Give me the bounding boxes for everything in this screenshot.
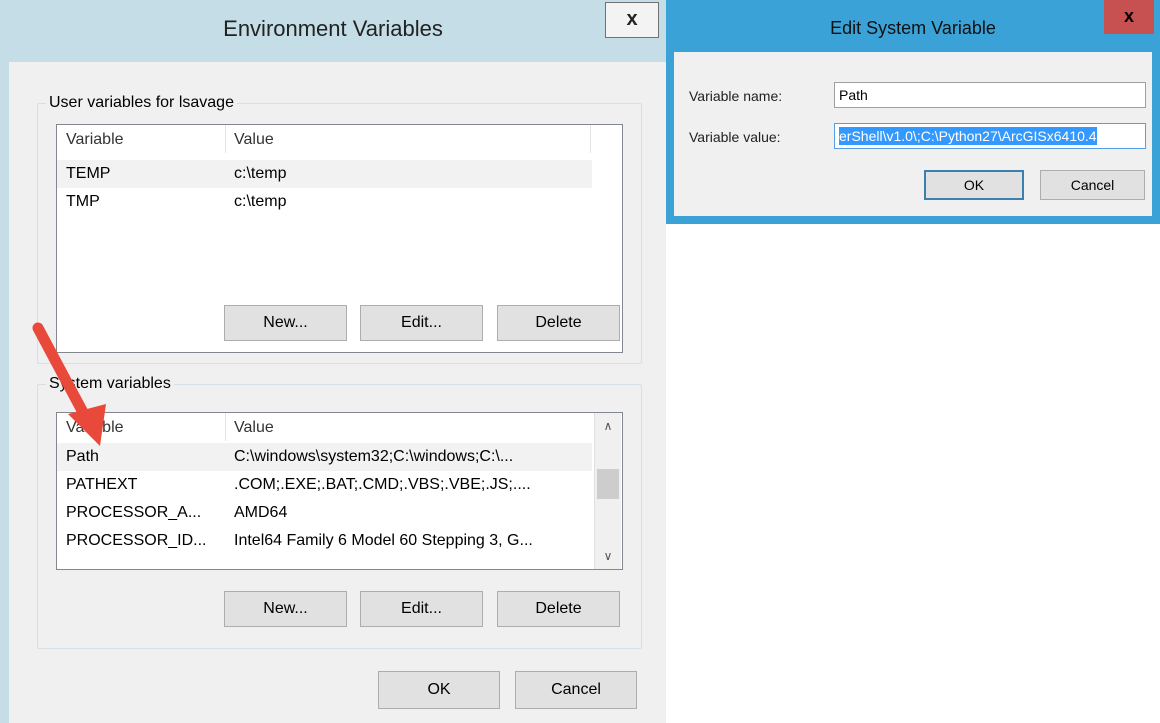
row-variable: TMP xyxy=(66,193,100,210)
variable-name-label: Variable name: xyxy=(689,88,783,104)
row-value: c:\temp xyxy=(234,193,287,210)
system-list-scrollbar[interactable]: ∧ ∨ xyxy=(594,413,621,569)
system-list-header: Variable Value xyxy=(57,413,592,441)
scroll-up-icon[interactable]: ∧ xyxy=(595,413,621,439)
table-row[interactable]: PROCESSOR_ID... Intel64 Family 6 Model 6… xyxy=(57,527,592,555)
user-variables-label: User variables for lsavage xyxy=(49,94,234,111)
row-variable: PROCESSOR_A... xyxy=(66,504,202,521)
column-header-variable[interactable]: Variable xyxy=(66,131,124,149)
red-arrow-icon xyxy=(32,322,106,446)
edit-system-variable-window: Edit System Variable x Variable name: Pa… xyxy=(666,0,1160,224)
system-variables-list[interactable]: Variable Value Path C:\windows\system32;… xyxy=(56,412,623,570)
env-close-button[interactable]: x xyxy=(605,2,659,38)
row-value: AMD64 xyxy=(234,504,288,521)
scroll-thumb[interactable] xyxy=(597,469,619,499)
edit-title-bar[interactable]: Edit System Variable xyxy=(666,0,1160,52)
table-row[interactable]: Path C:\windows\system32;C:\windows;C:\.… xyxy=(57,443,592,471)
ok-button[interactable]: OK xyxy=(378,671,500,709)
system-new-button[interactable]: New... xyxy=(224,591,347,627)
edit-close-button[interactable]: x xyxy=(1104,0,1154,34)
column-divider[interactable] xyxy=(590,125,591,153)
variable-value-field[interactable]: erShell\v1.0\;C:\Python27\ArcGISx6410.4 xyxy=(834,123,1146,149)
scroll-down-icon[interactable]: ∨ xyxy=(595,543,621,569)
variable-value-selection: erShell\v1.0\;C:\Python27\ArcGISx6410.4 xyxy=(839,127,1097,145)
edit-cancel-button[interactable]: Cancel xyxy=(1040,170,1145,200)
env-window-title: Environment Variables xyxy=(223,16,443,41)
user-list-header: Variable Value xyxy=(57,125,622,153)
row-variable: PROCESSOR_ID... xyxy=(66,532,207,549)
table-row[interactable]: PROCESSOR_A... AMD64 xyxy=(57,499,592,527)
env-title-bar[interactable]: Environment Variables xyxy=(0,0,666,62)
table-row[interactable]: TMP c:\temp xyxy=(57,188,592,216)
table-row[interactable]: PATHEXT .COM;.EXE;.BAT;.CMD;.VBS;.VBE;.J… xyxy=(57,471,592,499)
user-edit-button[interactable]: Edit... xyxy=(360,305,483,341)
row-value: .COM;.EXE;.BAT;.CMD;.VBS;.VBE;.JS;.... xyxy=(234,476,531,493)
system-delete-button[interactable]: Delete xyxy=(497,591,620,627)
row-variable: TEMP xyxy=(66,165,111,182)
user-new-button[interactable]: New... xyxy=(224,305,347,341)
column-divider[interactable] xyxy=(225,413,226,441)
environment-variables-window: Environment Variables x User variables f… xyxy=(0,0,666,723)
table-row[interactable]: TEMP c:\temp xyxy=(57,160,592,188)
column-divider[interactable] xyxy=(225,125,226,153)
system-edit-button[interactable]: Edit... xyxy=(360,591,483,627)
cancel-button[interactable]: Cancel xyxy=(515,671,637,709)
row-value: c:\temp xyxy=(234,165,287,182)
column-header-value[interactable]: Value xyxy=(234,131,274,149)
row-value: Intel64 Family 6 Model 60 Stepping 3, G.… xyxy=(234,532,533,549)
edit-ok-button[interactable]: OK xyxy=(924,170,1024,200)
edit-window-title: Edit System Variable xyxy=(830,18,996,38)
row-variable: PATHEXT xyxy=(66,476,138,493)
column-header-value[interactable]: Value xyxy=(234,419,274,437)
user-delete-button[interactable]: Delete xyxy=(497,305,620,341)
row-value: C:\windows\system32;C:\windows;C:\... xyxy=(234,448,514,465)
variable-name-field[interactable]: Path xyxy=(834,82,1146,108)
variable-value-label: Variable value: xyxy=(689,129,781,145)
edit-window-client: Variable name: Path Variable value: erSh… xyxy=(674,52,1152,216)
